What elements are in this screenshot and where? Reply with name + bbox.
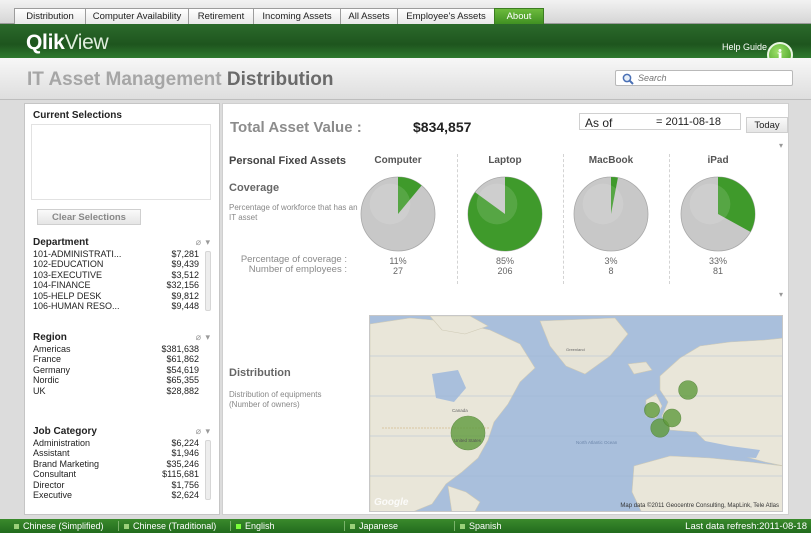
qlikview-logo: QlikView xyxy=(26,31,109,54)
list-item[interactable]: Brand Marketing $35,246 xyxy=(31,459,211,469)
main-panel: Total Asset Value : $834,857 As of = 201… xyxy=(222,103,789,515)
map-attribution: Map data ©2011 Geocentre Consulting, Map… xyxy=(620,503,779,509)
coverage-value: 85% xyxy=(495,256,514,266)
distribution-map[interactable]: Greenland Canada United States North Atl… xyxy=(369,315,783,512)
greenland-landmass xyxy=(539,317,629,375)
language-indicator-icon xyxy=(460,524,465,530)
tab-all-assets[interactable]: All Assets xyxy=(340,8,398,24)
coverage-value: 33% xyxy=(708,256,727,266)
page-title: IT Asset Management Distribution xyxy=(27,69,334,90)
search-input[interactable] xyxy=(638,72,788,84)
tab-computer-availability[interactable]: Computer Availability xyxy=(85,8,189,24)
list-item[interactable]: UK $28,882 xyxy=(31,386,211,396)
employee-count: 27 xyxy=(392,266,403,276)
language-english[interactable]: English xyxy=(236,521,275,531)
map-bubble-americas[interactable] xyxy=(450,415,486,451)
list-item[interactable]: Executive $2,624 xyxy=(31,490,211,500)
tab-retirement[interactable]: Retirement xyxy=(188,8,254,24)
app-header: QlikView Help Guide i xyxy=(0,24,811,68)
central-america-landmass xyxy=(447,485,481,511)
list-item[interactable]: Americas $381,638 xyxy=(31,344,211,354)
listbox-department: Department ⌀ ▾ 101-ADMINISTRATI... $7,281… xyxy=(31,237,211,311)
search-icon xyxy=(622,73,634,85)
collapse-icon[interactable]: ▾ xyxy=(779,290,783,299)
listbox-menu-icon[interactable]: ⌀ ▾ xyxy=(196,237,211,248)
divider xyxy=(344,521,345,531)
tab-distribution[interactable]: Distribution xyxy=(14,8,86,24)
list-item[interactable]: Germany $54,619 xyxy=(31,365,211,375)
tab-about[interactable]: About xyxy=(494,8,544,24)
distribution-description: Distribution of equipments (Number of ow… xyxy=(229,390,322,409)
sheet-tab-bar: Distribution Computer Availability Retir… xyxy=(0,0,811,24)
scrollbar[interactable] xyxy=(205,440,211,500)
pie-highlight xyxy=(582,183,624,225)
employee-count: 81 xyxy=(712,266,723,276)
list-item[interactable]: Administration $6,224 xyxy=(31,438,211,448)
language-chinese-simplified[interactable]: Chinese (Simplified) xyxy=(14,521,104,531)
sidebar: Current Selections Clear Selections Depa… xyxy=(24,103,220,515)
list-item[interactable]: 104-FINANCE $32,156 xyxy=(31,280,211,290)
map-label-north-atlantic: North Atlantic Ocean xyxy=(576,440,618,445)
language-indicator-icon xyxy=(14,524,19,530)
list-item[interactable]: 103-EXECUTIVE $3,512 xyxy=(31,270,211,280)
title-bar: IT Asset Management Distribution xyxy=(0,58,811,100)
current-selections-box xyxy=(31,124,211,200)
list-item[interactable]: Director $1,756 xyxy=(31,480,211,490)
coverage-value: 11% xyxy=(389,256,407,266)
current-selections-title: Current Selections xyxy=(33,110,122,121)
map-bubble-nordic[interactable] xyxy=(678,380,698,400)
listbox-title: Job Category xyxy=(33,426,97,437)
north-america-landmass xyxy=(370,317,536,511)
listbox-job-category: Job Category ⌀ ▾ Administration $6,224 As… xyxy=(31,426,211,500)
divider xyxy=(454,521,455,531)
employee-count: 206 xyxy=(497,266,513,276)
list-item[interactable]: France $61,862 xyxy=(31,354,211,364)
language-indicator-icon xyxy=(124,524,129,530)
pie-highlight xyxy=(369,183,411,225)
status-bar: Chinese (Simplified) Chinese (Traditiona… xyxy=(0,519,811,533)
divider xyxy=(118,521,119,531)
divider xyxy=(230,521,231,531)
language-spanish[interactable]: Spanish xyxy=(460,521,502,531)
list-item[interactable]: 102-EDUCATION $9,439 xyxy=(31,259,211,269)
last-data-refresh: Last data refresh:2011-08-18 xyxy=(685,521,807,532)
list-item[interactable]: 101-ADMINISTRATI... $7,281 xyxy=(31,249,211,259)
list-item[interactable]: Nordic $65,355 xyxy=(31,375,211,385)
tab-incoming-assets[interactable]: Incoming Assets xyxy=(253,8,341,24)
listbox-title: Region xyxy=(33,332,67,343)
language-japanese[interactable]: Japanese xyxy=(350,521,398,531)
language-indicator-icon xyxy=(236,524,241,530)
listbox-title: Department xyxy=(33,237,89,248)
pie-highlight xyxy=(476,183,518,225)
list-item[interactable]: Consultant $115,681 xyxy=(31,469,211,479)
google-logo: Google xyxy=(374,497,409,508)
scrollbar[interactable] xyxy=(205,251,211,311)
map-bubble-germany[interactable] xyxy=(662,408,682,428)
map-label-greenland: Greenland xyxy=(566,347,585,352)
coverage-value: 3% xyxy=(604,256,618,266)
help-guide-label[interactable]: Help Guide xyxy=(722,42,767,52)
world-map: Greenland Canada United States North Atl… xyxy=(370,316,782,511)
language-indicator-icon xyxy=(350,524,355,530)
tab-employees-assets[interactable]: Employee's Assets xyxy=(397,8,495,24)
map-bubble-uk[interactable] xyxy=(644,402,660,418)
listbox-menu-icon[interactable]: ⌀ ▾ xyxy=(196,426,211,437)
clear-selections-button[interactable]: Clear Selections xyxy=(37,209,141,225)
employee-count-label: Number of employees : xyxy=(248,264,347,275)
list-item[interactable]: Assistant $1,946 xyxy=(31,448,211,458)
listbox-region: Region ⌀ ▾ Americas $381,638 France $61,86… xyxy=(31,332,211,396)
search-box[interactable] xyxy=(615,70,793,86)
employee-count: 8 xyxy=(608,266,614,276)
pie-highlight xyxy=(689,183,731,225)
listbox-menu-icon[interactable]: ⌀ ▾ xyxy=(196,332,211,343)
distribution-title: Distribution xyxy=(229,367,291,379)
iceland-landmass xyxy=(627,361,653,375)
list-item[interactable]: 106-HUMAN RESO... $9,448 xyxy=(31,301,211,311)
map-label-canada: Canada xyxy=(452,408,468,413)
language-chinese-traditional[interactable]: Chinese (Traditional) xyxy=(124,521,216,531)
map-label-united-states: United States xyxy=(454,438,482,443)
list-item[interactable]: 105-HELP DESK $9,812 xyxy=(31,291,211,301)
